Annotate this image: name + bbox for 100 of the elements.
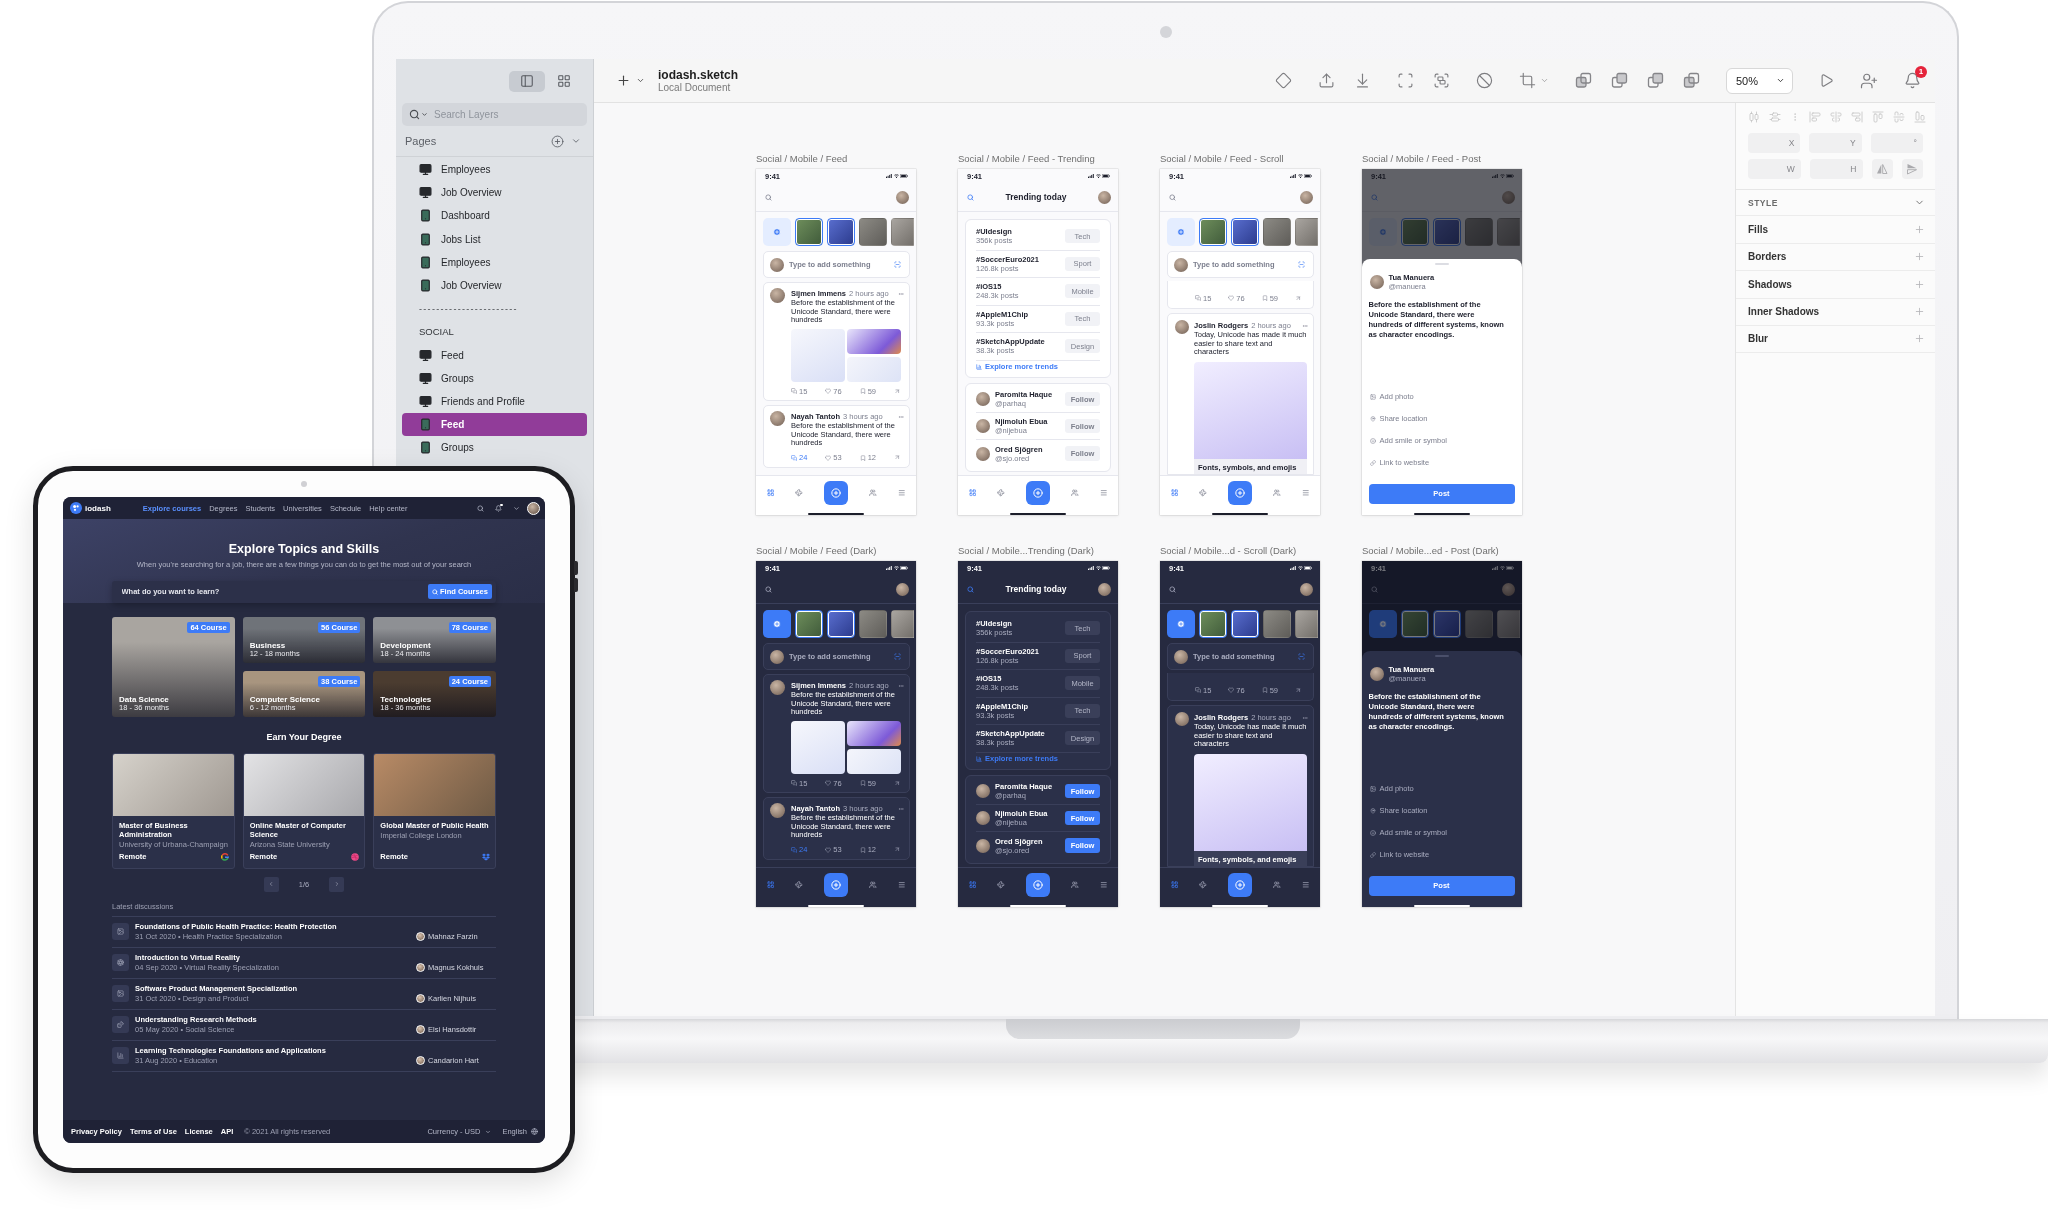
photo-placeholder[interactable] [1230, 218, 1259, 246]
number-field[interactable]: W [1748, 159, 1801, 179]
arrow-down-line-icon[interactable] [1354, 72, 1371, 89]
overlapping-squares-icon[interactable] [1611, 72, 1628, 89]
grid-icon[interactable] [1170, 489, 1179, 497]
search-input[interactable]: Search Layers [434, 109, 512, 120]
scan-icon[interactable] [893, 653, 901, 660]
share-icon[interactable] [1295, 686, 1302, 694]
flip-horizontal-icon[interactable] [1871, 159, 1893, 179]
avatar[interactable] [526, 501, 540, 515]
more-icon[interactable] [897, 682, 904, 689]
circle-slash-icon[interactable] [1476, 72, 1493, 89]
chevron-down-icon[interactable] [512, 504, 520, 512]
upload-icon[interactable] [1318, 72, 1335, 89]
plus-icon[interactable] [616, 73, 631, 88]
search-icon[interactable] [1169, 193, 1176, 201]
view-toggle[interactable] [509, 70, 545, 92]
add-button[interactable] [823, 481, 848, 505]
number-field[interactable]: H [1809, 159, 1863, 179]
bell-icon[interactable] [494, 504, 502, 512]
more-icon[interactable] [897, 805, 904, 812]
people-icon[interactable] [1071, 489, 1079, 497]
photo-placeholder[interactable] [794, 610, 823, 638]
number-field[interactable]: Y [1809, 133, 1862, 153]
photo-placeholder[interactable] [1198, 610, 1227, 638]
menu-icon[interactable] [1301, 881, 1310, 889]
people-icon[interactable] [869, 881, 877, 889]
menu-icon[interactable] [897, 881, 906, 889]
search-icon[interactable] [765, 193, 772, 201]
share-icon[interactable] [894, 779, 901, 787]
overlapping-squares-icon[interactable] [1647, 72, 1664, 89]
fan-icon[interactable] [1199, 489, 1207, 497]
side-button[interactable] [574, 578, 578, 592]
previous-page-button[interactable] [263, 876, 279, 892]
fan-icon[interactable] [997, 489, 1005, 497]
add-button[interactable] [1227, 873, 1252, 897]
fan-icon[interactable] [795, 489, 803, 497]
photo-placeholder[interactable] [1198, 218, 1227, 246]
share-icon[interactable] [894, 387, 901, 395]
search-icon[interactable] [765, 585, 772, 593]
more-icon[interactable] [1301, 714, 1308, 721]
grouped-squares-icon[interactable] [1433, 72, 1450, 89]
people-icon[interactable] [869, 489, 877, 497]
add-button[interactable] [823, 873, 848, 897]
menu-icon[interactable] [1099, 881, 1108, 889]
chevron-down-icon[interactable] [1540, 76, 1549, 85]
chevron-down-icon[interactable] [571, 136, 581, 146]
page-item[interactable]: Feed [402, 343, 587, 367]
more-icon[interactable] [1301, 322, 1308, 329]
fan-icon[interactable] [795, 881, 803, 889]
page-item[interactable]: Jobs List [402, 227, 587, 251]
number-field[interactable]: ° [1870, 133, 1923, 153]
distribute-horizontal-icon[interactable] [1748, 111, 1760, 123]
add-story-button[interactable] [762, 610, 791, 638]
people-icon[interactable] [1273, 489, 1281, 497]
people-icon[interactable] [1273, 881, 1281, 889]
diamond-icon[interactable] [1275, 72, 1292, 89]
more-icon[interactable] [897, 290, 904, 297]
people-icon[interactable] [1071, 881, 1079, 889]
scan-icon[interactable] [1297, 653, 1305, 660]
share-icon[interactable] [1295, 294, 1302, 302]
page-item[interactable]: Job Overview [402, 181, 587, 205]
add-story-button[interactable] [1166, 610, 1195, 638]
photo-placeholder[interactable] [1230, 610, 1259, 638]
grid-icon[interactable] [968, 489, 977, 497]
number-field[interactable]: X [1748, 133, 1801, 153]
search-icon[interactable] [967, 193, 974, 201]
add-button[interactable] [1025, 481, 1050, 505]
zoom-dropdown[interactable]: 50% [1726, 67, 1793, 94]
photo-placeholder[interactable] [794, 218, 823, 246]
grid-icon[interactable] [1170, 881, 1179, 889]
menu-icon[interactable] [1099, 489, 1108, 497]
grid-icon[interactable] [968, 881, 977, 889]
scan-icon[interactable] [1397, 72, 1414, 89]
play-icon[interactable] [1819, 73, 1834, 88]
page-item[interactable]: Employees [402, 158, 587, 182]
grid-icon[interactable] [766, 489, 775, 497]
search-icon[interactable] [476, 504, 484, 512]
photo-placeholder[interactable] [826, 610, 855, 638]
page-item[interactable]: Feed [402, 413, 587, 437]
page-item[interactable]: Groups [402, 436, 587, 460]
page-item[interactable]: Job Overview [402, 273, 587, 298]
fan-icon[interactable] [997, 881, 1005, 889]
fan-icon[interactable] [1199, 881, 1207, 889]
search-icon[interactable] [1169, 585, 1176, 593]
share-icon[interactable] [894, 846, 901, 853]
more-icon[interactable] [897, 413, 904, 420]
chevron-down-icon[interactable] [636, 76, 645, 85]
page-item[interactable]: Dashboard [402, 204, 587, 228]
grid-icon[interactable] [766, 881, 775, 889]
menu-icon[interactable] [1301, 489, 1310, 497]
page-item[interactable]: Employees [402, 250, 587, 274]
overlapping-squares-icon[interactable] [1683, 72, 1700, 89]
scan-icon[interactable] [1297, 261, 1305, 268]
flip-vertical-icon[interactable] [1901, 159, 1923, 179]
search-icon[interactable] [967, 585, 974, 593]
scan-icon[interactable] [893, 261, 901, 268]
side-button[interactable] [574, 561, 578, 575]
page-item[interactable]: Groups [402, 366, 587, 390]
overlapping-squares-icon[interactable] [1575, 72, 1592, 89]
